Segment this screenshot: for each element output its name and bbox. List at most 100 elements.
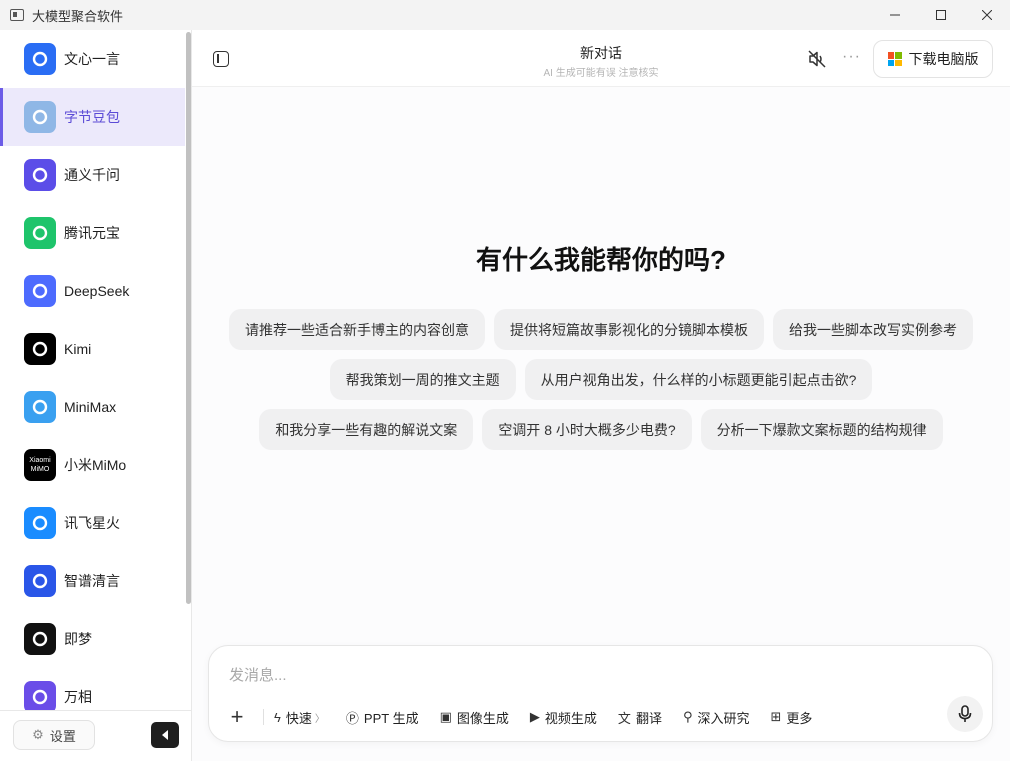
- video-icon: ▶: [529, 709, 540, 724]
- sidebar-item-minimax[interactable]: MiniMax: [0, 378, 185, 436]
- jimeng-icon: [24, 623, 56, 655]
- tool-label: 深入研究: [697, 710, 750, 726]
- sidebar-item-tongyi[interactable]: 通义千问: [0, 146, 185, 204]
- tongyi-icon: [24, 159, 56, 191]
- message-composer: 发消息... + ϟ 快速〉 Ⓟ PPT 生成 ▣ 图像生成 ▶ 视频生成 文翻译 ⚲ 深入研究 ⊞ 更…: [208, 645, 993, 742]
- tool-label: 视频生成: [544, 710, 597, 726]
- sidebar-item-zhipu[interactable]: 智谱清言: [0, 552, 185, 610]
- suggestion-chip[interactable]: 给我一些脚本改写实例参考: [773, 309, 973, 350]
- telescope-icon: ⚲: [682, 709, 693, 724]
- tool-label: PPT 生成: [363, 710, 419, 726]
- welcome-heading: 有什么我能帮你的吗?: [476, 245, 726, 275]
- sidebar-item-doubao[interactable]: 字节豆包: [0, 88, 185, 146]
- window-controls: [872, 0, 1010, 30]
- microphone-button[interactable]: [947, 696, 983, 732]
- suggestion-row: 帮我策划一周的推文主题 从用户视角出发，什么样的小标题更能引起点击欲?: [192, 359, 1010, 400]
- download-label: 下载电脑版: [908, 51, 979, 67]
- windows-logo-icon: [887, 52, 902, 66]
- sidebar-item-label: Kimi: [64, 341, 92, 357]
- sidebar-item-label: 智谱清言: [64, 573, 120, 589]
- title-bar: 大模型聚合软件: [0, 0, 1010, 30]
- suggestion-chip[interactable]: 分析一下爆款文案标题的结构规律: [700, 409, 943, 450]
- minimize-button[interactable]: [872, 0, 918, 30]
- download-desktop-button[interactable]: 下载电脑版: [873, 40, 993, 78]
- kimi-icon: [24, 333, 56, 365]
- collapse-sidebar-button[interactable]: [151, 722, 179, 748]
- tool-label: 翻译: [635, 710, 662, 726]
- lightning-icon: ϟ: [274, 709, 281, 725]
- suggestion-row: 和我分享一些有趣的解说文案 空调开 8 小时大概多少电费? 分析一下爆款文案标题的结…: [192, 409, 1010, 450]
- settings-button[interactable]: ⚙ 设置: [13, 720, 95, 750]
- add-attachment-icon[interactable]: +: [227, 706, 247, 728]
- sidebar-item-label: 腾讯元宝: [64, 225, 120, 241]
- app-title: 大模型聚合软件: [32, 8, 124, 24]
- yuanbao-icon: [24, 217, 56, 249]
- sidebar-item-label: 文心一言: [64, 51, 120, 67]
- main-header: 新对话 AI 生成可能有误 注意核实 ··· 下载电脑版: [192, 30, 1010, 87]
- sidebar-item-wanxiang[interactable]: 万相: [0, 668, 185, 710]
- maximize-button[interactable]: [918, 0, 964, 30]
- telescope-tool-button[interactable]: ⚲ 深入研究: [683, 708, 750, 727]
- sidebar-item-yuanbao[interactable]: 腾讯元宝: [0, 204, 185, 262]
- scrollbar-thumb[interactable]: [186, 32, 191, 604]
- gear-icon: ⚙: [32, 727, 44, 742]
- tool-label: 更多: [786, 710, 813, 726]
- main-panel: 新对话 AI 生成可能有误 注意核实 ··· 下载电脑版 有什么我能帮你的吗? …: [192, 30, 1010, 761]
- lightning-tool-button[interactable]: ϟ 快速〉: [274, 708, 325, 727]
- suggestion-chip[interactable]: 和我分享一些有趣的解说文案: [259, 409, 474, 450]
- minimize-icon: [890, 14, 900, 16]
- settings-label: 设置: [49, 728, 76, 744]
- sidebar-item-kimi[interactable]: Kimi: [0, 320, 185, 378]
- sidebar-item-wenxin[interactable]: 文心一言: [0, 30, 185, 88]
- ppt-icon: Ⓟ: [345, 710, 359, 726]
- suggestion-chip[interactable]: 空调开 8 小时大概多少电费?: [482, 409, 692, 450]
- zhipu-icon: [24, 565, 56, 597]
- sidebar: 文心一言字节豆包通义千问腾讯元宝 DeepSeek Kimi MiniMax Xiaom…: [0, 30, 192, 761]
- sidebar-item-label: 通义千问: [64, 167, 120, 183]
- ppt-tool-button[interactable]: Ⓟ PPT 生成: [346, 708, 419, 727]
- close-icon: [982, 10, 992, 20]
- image-tool-button[interactable]: ▣ 图像生成: [440, 708, 509, 727]
- deepseek-icon: [24, 275, 56, 307]
- translate-icon: 文: [617, 710, 631, 726]
- suggestion-chip[interactable]: 从用户视角出发，什么样的小标题更能引起点击欲?: [524, 359, 873, 400]
- app-icon: [10, 9, 24, 21]
- tool-label: 快速: [285, 710, 312, 726]
- translate-tool-button[interactable]: 文翻译: [618, 708, 662, 727]
- sidebar-item-jimeng[interactable]: 即梦: [0, 610, 185, 668]
- minimax-icon: [24, 391, 56, 423]
- sidebar-item-label: 字节豆包: [64, 109, 120, 125]
- maximize-icon: [936, 10, 946, 20]
- sidebar-item-deepseek[interactable]: DeepSeek: [0, 262, 185, 320]
- tool-label: 图像生成: [456, 710, 509, 726]
- sidebar-item-mimo[interactable]: Xiaomi MiMO 小米MiMo: [0, 436, 185, 494]
- sidebar-item-xinghuo[interactable]: 讯飞星火: [0, 494, 185, 552]
- wenxin-icon: [24, 43, 56, 75]
- wanxiang-icon: [24, 681, 56, 710]
- sidebar-item-label: 即梦: [64, 631, 92, 647]
- chevron-right-icon: 〉: [314, 713, 325, 725]
- model-list: 文心一言字节豆包通义千问腾讯元宝 DeepSeek Kimi MiniMax Xiaom…: [0, 30, 185, 710]
- xinghuo-icon: [24, 507, 56, 539]
- doubao-icon: [24, 101, 56, 133]
- suggestion-chip[interactable]: 帮我策划一周的推文主题: [329, 359, 516, 400]
- suggestion-row: 请推荐一些适合新手博主的内容创意 提供将短篇故事影视化的分镜脚本模板 给我一些脚本改…: [192, 309, 1010, 350]
- video-tool-button[interactable]: ▶ 视频生成: [530, 708, 597, 727]
- image-icon: ▣: [439, 709, 452, 724]
- more-options-icon[interactable]: ···: [842, 48, 861, 66]
- close-button[interactable]: [964, 0, 1010, 30]
- sidebar-item-label: MiniMax: [64, 399, 117, 415]
- sidebar-footer: ⚙ 设置: [0, 710, 191, 761]
- sidebar-item-label: 万相: [64, 689, 92, 705]
- sidebar-item-label: 小米MiMo: [64, 457, 127, 473]
- suggestion-chip[interactable]: 提供将短篇故事影视化的分镜脚本模板: [494, 309, 764, 350]
- sidebar-item-label: DeepSeek: [64, 283, 130, 299]
- sidebar-scrollbar[interactable]: [185, 30, 192, 710]
- message-input[interactable]: 发消息...: [229, 664, 287, 685]
- mute-icon[interactable]: [807, 50, 827, 68]
- grid-tool-button[interactable]: ⊞ 更多: [771, 708, 813, 727]
- toolbar-divider: [263, 709, 264, 725]
- suggestion-chip[interactable]: 请推荐一些适合新手博主的内容创意: [229, 309, 485, 350]
- sidebar-item-label: 讯飞星火: [64, 515, 120, 531]
- mimo-icon: Xiaomi MiMO: [24, 449, 56, 481]
